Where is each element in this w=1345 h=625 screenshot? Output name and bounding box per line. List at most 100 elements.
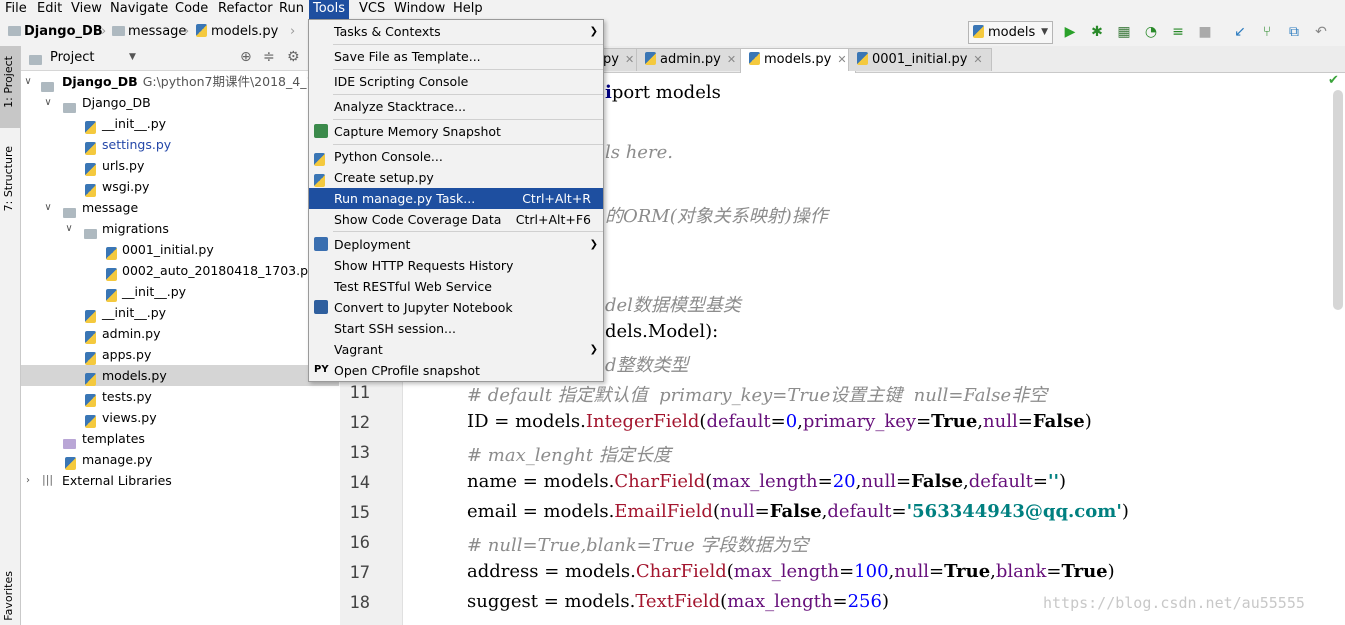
favorites-tool-tab[interactable]: Favorites	[2, 571, 15, 621]
collapse-icon[interactable]: ≑	[263, 49, 275, 65]
code-line: ls here.	[605, 142, 673, 163]
tree-item-file[interactable]: __init__.py	[21, 302, 339, 323]
menu-tools[interactable]: Tools	[309, 0, 350, 19]
folder-icon	[29, 52, 45, 67]
profile-icon[interactable]: ◔	[1143, 24, 1159, 40]
menu-edit[interactable]: Edit	[33, 0, 66, 19]
code-line: suggest = models.TextField(max_length=25…	[467, 591, 889, 612]
menu-item-scripting-console[interactable]: IDE Scripting Console	[309, 71, 603, 92]
chevron-down-icon[interactable]: ∨	[43, 92, 53, 113]
tree-item-file[interactable]: apps.py	[21, 344, 339, 365]
chevron-down-icon[interactable]: ∨	[43, 197, 53, 218]
tab-models[interactable]: models.py ✕	[740, 48, 856, 73]
tree-item-folder[interactable]: templates	[21, 428, 339, 449]
project-view-select[interactable]: Project	[50, 50, 94, 65]
tree-item-file[interactable]: 0002_auto_20180418_1703.py	[21, 260, 339, 281]
menu-navigate[interactable]: Navigate	[106, 0, 172, 19]
tree-item-file[interactable]: admin.py	[21, 323, 339, 344]
code-line: # null=True,blank=True 字段数据为空	[467, 535, 809, 556]
menu-item-http-history[interactable]: Show HTTP Requests History	[309, 255, 603, 276]
menu-item-deployment[interactable]: Deployment ❯	[309, 234, 603, 255]
menu-help[interactable]: Help	[449, 0, 487, 19]
menu-window[interactable]: Window	[390, 0, 449, 19]
tree-item-file-selected[interactable]: models.py	[21, 365, 339, 386]
tree-item-file[interactable]: __init__.py	[21, 281, 339, 302]
close-icon[interactable]: ✕	[973, 53, 982, 66]
menu-item-test-restful[interactable]: Test RESTful Web Service	[309, 276, 603, 297]
tree-item-folder[interactable]: ∨ Django_DB	[21, 92, 339, 113]
vcs-update-icon[interactable]: ↙	[1232, 24, 1248, 40]
run-concurrency-icon[interactable]: ≡	[1170, 24, 1186, 40]
menu-item-ssh-session[interactable]: Start SSH session...	[309, 318, 603, 339]
structure-tool-tab[interactable]: 7: Structure	[2, 146, 15, 211]
menu-item-save-template[interactable]: Save File as Template...	[309, 46, 603, 67]
run-config-select[interactable]: models ▼	[968, 21, 1053, 44]
code-line: email = models.EmailField(null=False,def…	[467, 501, 1129, 522]
menu-item-create-setup[interactable]: Create setup.py	[309, 167, 603, 188]
close-icon[interactable]: ✕	[727, 53, 736, 66]
vcs-commit-icon[interactable]: ⑂	[1259, 24, 1275, 40]
menu-item-run-manage-task[interactable]: Run manage.py Task... Ctrl+Alt+R	[309, 188, 603, 209]
line-number: 17	[349, 563, 370, 583]
run-icon[interactable]: ▶	[1062, 24, 1078, 40]
menu-item-tasks-contexts[interactable]: Tasks & Contexts ❯	[309, 21, 603, 42]
menu-refactor[interactable]: Refactor	[214, 0, 277, 19]
chevron-right-icon[interactable]: ›	[23, 470, 33, 491]
tree-item-folder[interactable]: ∨ message	[21, 197, 339, 218]
tree-item-file[interactable]: wsgi.py	[21, 176, 339, 197]
menu-item-code-coverage[interactable]: Show Code Coverage Data Ctrl+Alt+F6	[309, 209, 603, 230]
tree-item-root[interactable]: ∨ Django_DB G:\python7期课件\2018_4_18\D	[21, 71, 339, 92]
menu-item-jupyter[interactable]: Convert to Jupyter Notebook	[309, 297, 603, 318]
tree-item-file[interactable]: settings.py	[21, 134, 339, 155]
menu-code[interactable]: Code	[171, 0, 212, 19]
profile-icon: PY	[314, 364, 329, 375]
menu-vcs[interactable]: VCS	[355, 0, 389, 19]
code-line: dels.Model):	[605, 321, 719, 342]
tab-admin[interactable]: admin.py ✕	[636, 48, 746, 71]
tools-menu: Tasks & Contexts ❯ Save File as Template.…	[308, 19, 604, 382]
code-line: address = models.CharField(max_length=10…	[467, 561, 1115, 582]
tree-item-folder[interactable]: ∨ migrations	[21, 218, 339, 239]
menu-item-cprofile[interactable]: PY Open CProfile snapshot	[309, 360, 603, 381]
project-tree: ∨ Django_DB G:\python7期课件\2018_4_18\D ∨ D…	[21, 71, 339, 625]
vcs-compare-icon[interactable]: ⧉	[1286, 24, 1302, 40]
python-file-icon	[973, 25, 984, 38]
close-icon[interactable]: ✕	[837, 53, 846, 66]
menu-item-vagrant[interactable]: Vagrant ❯	[309, 339, 603, 360]
menu-item-python-console[interactable]: Python Console...	[309, 146, 603, 167]
menu-file[interactable]: File	[1, 0, 31, 19]
tree-item-file[interactable]: manage.py	[21, 449, 339, 470]
breadcrumb-project[interactable]: Django_DB	[8, 23, 103, 41]
debug-icon[interactable]: ✱	[1089, 24, 1105, 40]
tab-0001-initial[interactable]: 0001_initial.py ✕	[848, 48, 992, 71]
settings-icon[interactable]: ⚙	[287, 49, 300, 65]
tree-item-file[interactable]: 0001_initial.py	[21, 239, 339, 260]
code-line: iport models	[605, 82, 721, 103]
revert-icon[interactable]: ↶	[1313, 24, 1329, 40]
coverage-icon[interactable]: ▦	[1116, 24, 1132, 40]
tree-item-file[interactable]: views.py	[21, 407, 339, 428]
menu-item-capture-memory[interactable]: Capture Memory Snapshot	[309, 121, 603, 142]
jupyter-icon	[314, 300, 328, 314]
breadcrumb-folder[interactable]: message	[112, 23, 186, 41]
chevron-down-icon: ▼	[1041, 27, 1048, 37]
menu-item-analyze-stacktrace[interactable]: Analyze Stacktrace...	[309, 96, 603, 117]
tree-item-libraries[interactable]: › ||| External Libraries	[21, 470, 339, 491]
folder-icon	[8, 25, 21, 36]
check-icon: ✔	[1328, 73, 1339, 88]
chevron-down-icon[interactable]: ▼	[129, 52, 136, 62]
locate-icon[interactable]: ⊕	[240, 49, 252, 65]
python-icon	[314, 170, 328, 187]
breadcrumb-file[interactable]: models.py	[196, 23, 278, 41]
project-tool-tab[interactable]: 1: Project	[2, 56, 15, 108]
chevron-down-icon[interactable]: ∨	[64, 218, 74, 239]
stop-icon[interactable]: ■	[1197, 24, 1213, 40]
editor-scrollbar[interactable]	[1333, 90, 1343, 310]
close-icon[interactable]: ✕	[625, 53, 634, 66]
menu-view[interactable]: View	[67, 0, 106, 19]
tree-item-file[interactable]: urls.py	[21, 155, 339, 176]
tree-item-file[interactable]: __init__.py	[21, 113, 339, 134]
menu-run[interactable]: Run	[275, 0, 308, 19]
chevron-down-icon[interactable]: ∨	[23, 71, 33, 92]
tree-item-file[interactable]: tests.py	[21, 386, 339, 407]
